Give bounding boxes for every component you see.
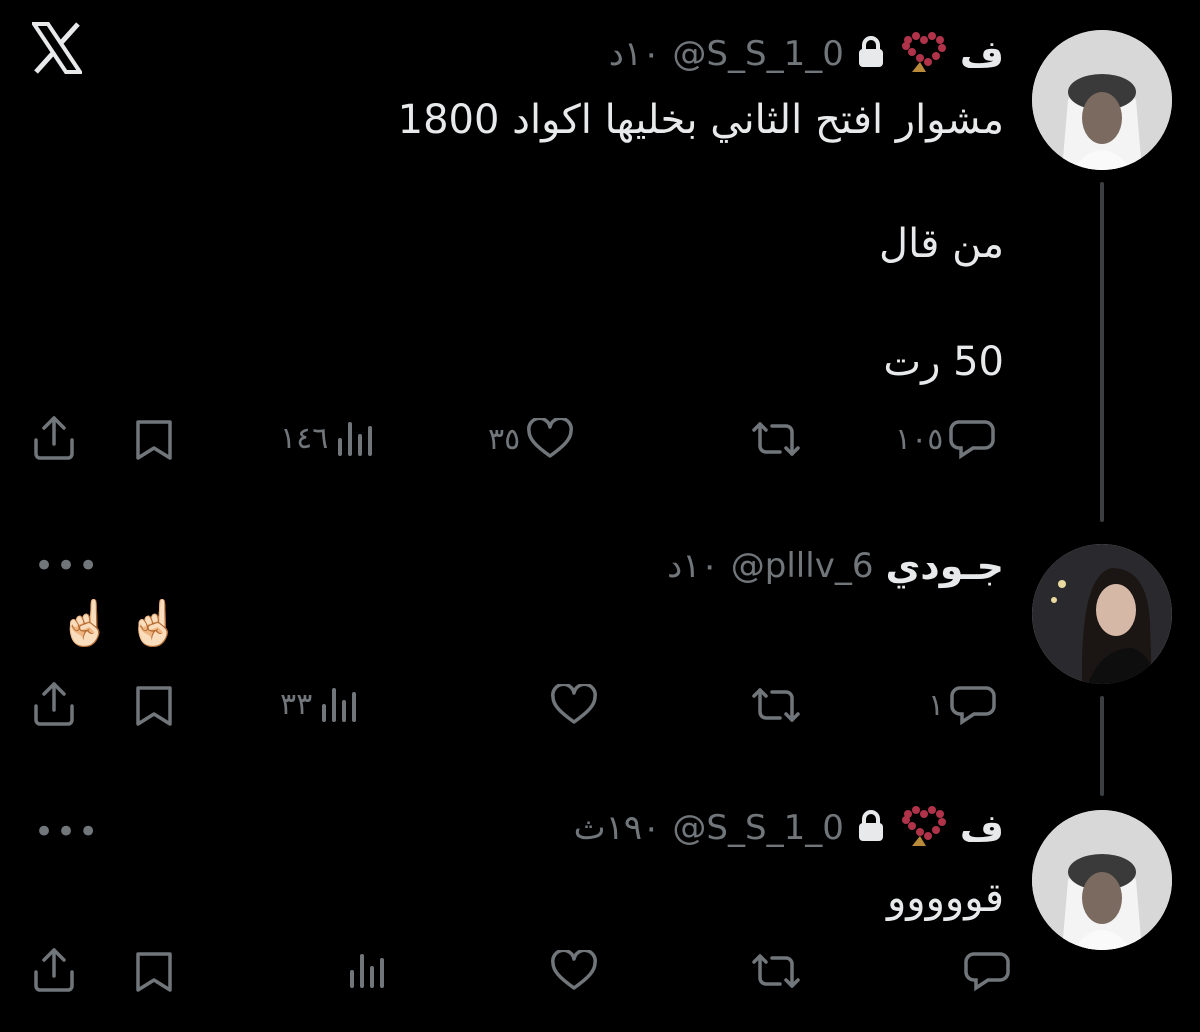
lock-icon [856, 809, 886, 847]
timestamp[interactable]: ١٠د [667, 546, 719, 586]
reply-icon [964, 950, 1010, 992]
display-name[interactable]: ف [960, 806, 1004, 850]
views-icon [318, 684, 358, 724]
thread-line [1100, 182, 1104, 522]
reply-button[interactable] [958, 950, 1010, 992]
reply-icon [949, 418, 996, 460]
share-button[interactable] [32, 946, 76, 994]
like-count: ٣٥ [488, 421, 521, 457]
avatar[interactable] [1032, 810, 1172, 950]
share-icon [32, 680, 76, 728]
reply-button[interactable]: ١٠٥ [895, 418, 996, 460]
lock-icon [856, 35, 886, 73]
share-icon [32, 946, 76, 994]
views-button[interactable]: ٣٣ [280, 684, 358, 724]
post-line: مشوار افتح الثاني بخليها اكواد 1800 [397, 97, 1004, 143]
post-line: من قال [879, 221, 1004, 267]
handle[interactable]: @S_S_1_0 [672, 808, 843, 848]
more-options-button[interactable]: ••• [34, 812, 100, 852]
bookmark-icon [134, 950, 174, 994]
reply-button[interactable]: ١ [928, 684, 996, 726]
repost-icon [750, 950, 802, 992]
views-icon [346, 950, 386, 990]
views-button[interactable] [340, 950, 386, 990]
bookmark-button[interactable] [134, 418, 174, 462]
avatar[interactable] [1032, 544, 1172, 684]
post-header: جـودي @plllv_6 ١٠د [667, 544, 1004, 588]
view-count: ٣٣ [280, 686, 313, 722]
post-header: ف @S_S_1_0 ١٠د [609, 30, 1004, 78]
post-line: 50 رت [883, 339, 1004, 385]
reply-icon [950, 684, 996, 726]
view-count: ١٤٦ [280, 420, 329, 456]
repost-icon [750, 684, 802, 726]
heart-icon [550, 684, 598, 726]
heart-icon [550, 950, 598, 992]
prayer-beads-heart-icon [898, 804, 948, 852]
repost-button[interactable] [750, 950, 808, 992]
bookmark-button[interactable] [134, 950, 174, 994]
share-button[interactable] [32, 414, 76, 462]
post-line: قووووو [886, 875, 1004, 921]
display-name[interactable]: جـودي [885, 544, 1004, 588]
views-icon [334, 418, 374, 458]
post-header: ف @S_S_1_0 ١٩٠ث [574, 804, 1004, 852]
display-name[interactable]: ف [960, 32, 1004, 76]
repost-button[interactable] [750, 684, 808, 726]
like-button[interactable] [544, 684, 598, 726]
repost-icon [750, 418, 802, 460]
more-options-button[interactable]: ••• [34, 546, 100, 586]
heart-icon [526, 418, 574, 460]
bookmark-icon [134, 418, 174, 462]
avatar[interactable] [1032, 30, 1172, 170]
timestamp[interactable]: ١٩٠ث [574, 808, 661, 848]
reply-count: ١٠٥ [895, 421, 944, 457]
repost-button[interactable] [750, 418, 808, 460]
like-button[interactable]: ٣٥ [488, 418, 574, 460]
reply-count: ١ [928, 687, 945, 723]
views-button[interactable]: ١٤٦ [280, 418, 374, 458]
handle[interactable]: @S_S_1_0 [672, 34, 843, 74]
share-button[interactable] [32, 680, 76, 728]
bookmark-button[interactable] [134, 684, 174, 728]
x-logo-icon[interactable] [30, 22, 84, 74]
like-button[interactable] [544, 950, 598, 992]
share-icon [32, 414, 76, 462]
prayer-beads-heart-icon [898, 30, 948, 78]
timestamp[interactable]: ١٠د [609, 34, 661, 74]
post-line: ☝🏻 ☝🏻 [58, 598, 182, 649]
thread-line [1100, 696, 1104, 796]
handle[interactable]: @plllv_6 [731, 546, 874, 586]
bookmark-icon [134, 684, 174, 728]
